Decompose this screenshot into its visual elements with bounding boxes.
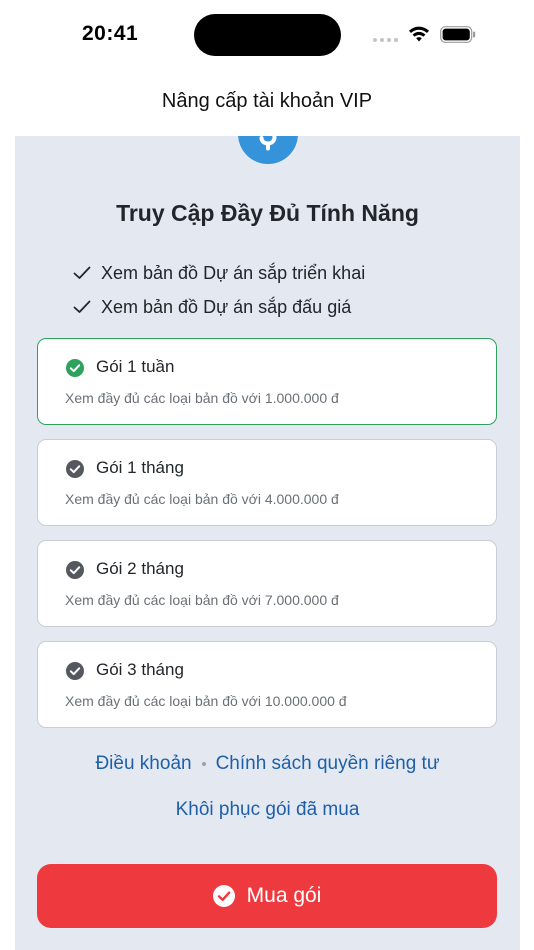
checkmark-icon [73, 266, 91, 279]
legal-links: Điều khoản Chính sách quyền riêng tư [15, 753, 520, 775]
check-circle-icon [66, 662, 84, 680]
checkmark-icon [73, 300, 91, 313]
feature-item: Xem bản đồ Dự án sắp triển khai [73, 256, 365, 290]
wifi-icon [409, 26, 429, 42]
status-time: 20:41 [82, 22, 139, 45]
privacy-policy-link[interactable]: Chính sách quyền riêng tư [216, 753, 440, 774]
plan-name: Gói 3 tháng [96, 660, 184, 679]
plan-card-1-month[interactable]: Gói 1 tháng Xem đầy đủ các loại bản đồ v… [37, 439, 497, 526]
restore-purchases-link[interactable]: Khôi phục gói đã mua [15, 799, 520, 821]
feature-label: Xem bản đồ Dự án sắp đấu giá [101, 296, 352, 317]
plan-list: Gói 1 tuần Xem đầy đủ các loại bản đồ vớ… [37, 338, 497, 742]
cellular-signal-icon [373, 38, 398, 42]
check-circle-icon [66, 359, 84, 377]
dollar-icon [238, 136, 298, 164]
plan-name: Gói 1 tuần [96, 357, 175, 376]
feature-label: Xem bản đồ Dự án sắp triển khai [101, 262, 366, 283]
plan-card-1-week[interactable]: Gói 1 tuần Xem đầy đủ các loại bản đồ vớ… [37, 338, 497, 425]
terms-link[interactable]: Điều khoản [95, 753, 191, 774]
plan-description: Xem đầy đủ các loại bản đồ với 7.000.000… [65, 592, 339, 608]
dynamic-island [194, 14, 341, 56]
vip-panel: Truy Cập Đầy Đủ Tính Năng Xem bản đồ Dự … [15, 136, 520, 950]
plan-description: Xem đầy đủ các loại bản đồ với 1.000.000… [65, 390, 339, 406]
check-circle-icon [66, 561, 84, 579]
buy-button-label: Mua gói [246, 884, 322, 907]
battery-icon [440, 26, 476, 43]
feature-item: Xem bản đồ Dự án sắp đấu giá [73, 290, 365, 324]
plan-description: Xem đầy đủ các loại bản đồ với 4.000.000… [65, 491, 339, 507]
check-circle-icon [212, 885, 235, 907]
separator-dot [201, 761, 206, 766]
nav-title: Nâng cấp tài khoản VIP [161, 90, 373, 112]
buy-button[interactable]: Mua gói [37, 864, 497, 928]
feature-title: Truy Cập Đầy Đủ Tính Năng [116, 200, 419, 226]
plan-card-3-months[interactable]: Gói 3 tháng Xem đầy đủ các loại bản đồ v… [37, 641, 497, 728]
feature-list: Xem bản đồ Dự án sắp triển khai Xem bản … [73, 256, 365, 324]
plan-name: Gói 2 tháng [96, 559, 184, 578]
plan-description: Xem đầy đủ các loại bản đồ với 10.000.00… [65, 693, 347, 709]
status-bar: 20:41 [0, 0, 534, 70]
check-circle-icon [66, 460, 84, 478]
plan-card-2-months[interactable]: Gói 2 tháng Xem đầy đủ các loại bản đồ v… [37, 540, 497, 627]
plan-name: Gói 1 tháng [96, 458, 184, 477]
